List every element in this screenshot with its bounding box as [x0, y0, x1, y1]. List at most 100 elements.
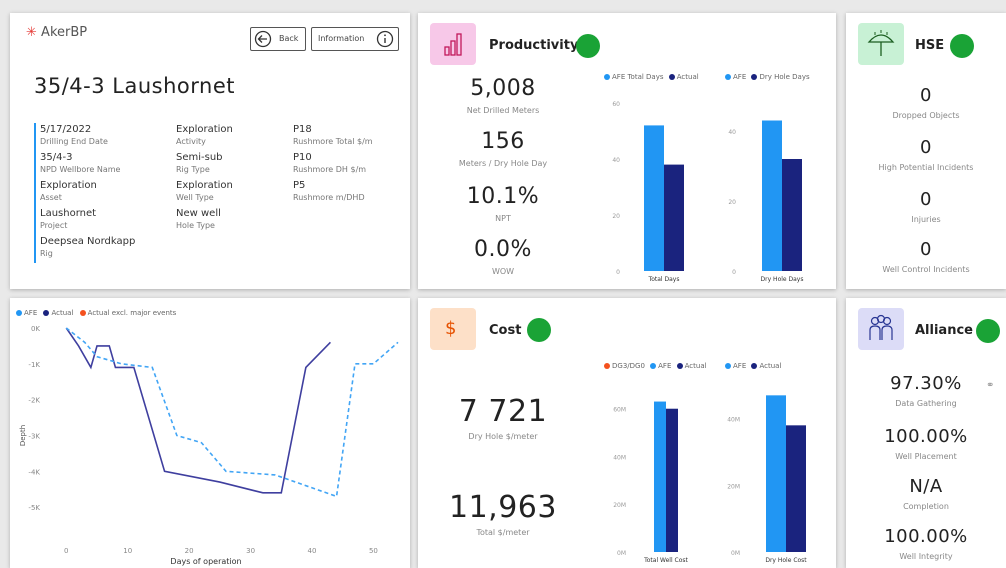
- dry-hole-days-chart: 0 20 40 Dry Hole Days: [728, 120, 803, 283]
- kpi-value: 5,008: [470, 76, 536, 101]
- y-tick-label: 40: [612, 157, 620, 164]
- people-icon: [869, 314, 893, 340]
- detail-label: Activity: [176, 137, 206, 146]
- detail-value: P5: [293, 180, 306, 191]
- x-tick-label: 10: [123, 547, 132, 555]
- kpi-label: Well Integrity: [899, 552, 953, 561]
- legend-afe-dot: [650, 363, 657, 369]
- dry-hole-cost-chart: 0M 20M 40M Dry Hole Cost: [727, 395, 807, 564]
- cost-badge: $: [430, 308, 476, 350]
- cost-title: Cost: [489, 323, 522, 338]
- legend-actual-dot: [668, 74, 675, 80]
- category-label: Dry Hole Cost: [765, 557, 807, 564]
- cost-dryhole-legend: AFE Actual: [725, 362, 781, 370]
- y-tick-label: 0: [616, 269, 620, 276]
- bar-afe: [766, 395, 786, 552]
- cost-card: $ Cost 7 721 Dry Hole $/meter 11,963 Total …: [418, 298, 836, 568]
- y-tick-label: 0M: [617, 550, 626, 557]
- detail-value: Semi-sub: [176, 152, 223, 163]
- x-tick-label: 50: [369, 547, 378, 555]
- detail-label: Project: [40, 221, 68, 230]
- legend-afe-dot: [725, 74, 731, 80]
- depth-chart-card: AFE Actual Actual excl. major events 0K -…: [10, 298, 410, 568]
- y-tick-label: 0: [732, 269, 736, 276]
- y-tick-label: 40: [728, 129, 736, 136]
- y-tick-label: 20: [612, 213, 620, 220]
- kpi-value: 7 721: [458, 394, 548, 429]
- akerbp-logo: ✳ AkerBP: [26, 25, 88, 40]
- umbrella-icon: [867, 30, 895, 56]
- back-button[interactable]: Back: [250, 27, 306, 51]
- kpi-value: 11,963: [449, 490, 557, 525]
- y-tick-label: 0M: [731, 550, 740, 557]
- prod-dryhole-legend: AFE Dry Hole Days: [725, 73, 810, 81]
- y-tick-label: -2K: [28, 397, 40, 405]
- detail-value: Exploration: [40, 180, 97, 191]
- kpi-value: 0.0%: [474, 237, 532, 262]
- back-arrow-icon: [254, 30, 272, 48]
- detail-value: Exploration: [176, 124, 233, 135]
- legend-afe-dot: [725, 363, 731, 369]
- bar-afe: [654, 401, 666, 552]
- y-tick-label: 20: [728, 199, 736, 206]
- bar-actual: [664, 164, 684, 271]
- info-icon: [376, 30, 394, 48]
- y-tick-label: -1K: [28, 361, 40, 369]
- detail-value: New well: [176, 208, 221, 219]
- bar-actual: [666, 408, 678, 552]
- x-tick-label: 0: [64, 547, 68, 555]
- information-button[interactable]: Information: [311, 27, 399, 51]
- alliance-card: Alliance ⚭ 97.30% Data Gathering 100.00% We…: [846, 298, 1006, 568]
- kpi-label: Dropped Objects: [892, 111, 960, 120]
- kpi-label: NPT: [495, 214, 511, 223]
- detail-value: Deepsea Nordkapp: [40, 236, 136, 247]
- y-axis-label: Depth: [19, 425, 27, 446]
- detail-value: Laushornet: [40, 208, 97, 219]
- kpi-label: Data Gathering: [895, 399, 957, 408]
- cost-total-legend: DG3/DG0 AFE Actual: [604, 362, 707, 370]
- detail-value: P18: [293, 124, 312, 135]
- y-tick-label: 20M: [727, 483, 740, 490]
- x-tick-label: 40: [308, 547, 317, 555]
- productivity-card: Productivity 5,008 Net Drilled Meters 156 M…: [418, 13, 836, 289]
- hse-card: HSE 0 Dropped Objects 0 High Potential Inci…: [846, 13, 1006, 289]
- depth-chart: 0K -1K -2K -3K -4K -5K 0 10 20 30 40 50 Depth Days of…: [19, 325, 399, 566]
- legend-actual-dot: [676, 363, 683, 369]
- detail-value: P10: [293, 152, 312, 163]
- detail-label: Drilling End Date: [40, 137, 108, 146]
- detail-value: Exploration: [176, 180, 233, 191]
- kpi-value: 100.00%: [884, 426, 968, 447]
- legend-actual-dot: [751, 363, 758, 369]
- y-tick-label: 40M: [613, 454, 626, 461]
- series-line-afe: [65, 327, 399, 498]
- hse-title: HSE: [915, 38, 945, 53]
- alliance-badge: [858, 308, 904, 350]
- bar-dry-hole-days: [782, 159, 802, 271]
- legend-dg3-dot: [604, 363, 610, 369]
- kpi-label: Net Drilled Meters: [466, 106, 540, 115]
- y-tick-label: 40M: [727, 417, 740, 424]
- detail-label: Rushmore m/DHD: [293, 193, 365, 202]
- dollar-icon: $: [445, 318, 457, 339]
- total-well-cost-chart: 0M 20M 40M 60M Total Well Cost: [613, 401, 689, 564]
- detail-label: Hole Type: [176, 221, 215, 230]
- detail-label: Rushmore Total $/m: [293, 137, 373, 146]
- kpi-label: High Potential Incidents: [878, 163, 974, 172]
- hse-status-dot: [950, 34, 974, 58]
- category-label: Total Well Cost: [643, 557, 688, 564]
- kpi-value: 156: [481, 129, 525, 154]
- y-tick-label: 60M: [613, 407, 626, 414]
- kpi-value: 0: [920, 189, 932, 210]
- bar-chart-icon: [444, 33, 462, 56]
- x-axis-label: Days of operation: [170, 557, 241, 566]
- kpi-value: 97.30%: [890, 373, 962, 394]
- detail-label: Rig: [40, 249, 53, 258]
- kpi-label: Injuries: [911, 215, 941, 224]
- productivity-title: Productivity: [489, 38, 579, 53]
- hse-badge: [858, 23, 904, 65]
- detail-label: Rig Type: [176, 165, 210, 174]
- prod-days-legend: AFE Total Days Actual: [604, 73, 699, 81]
- productivity-status-dot: [576, 34, 600, 58]
- well-info-card: ✳ AkerBP Back Information 35/4-3 Laushor…: [10, 13, 410, 289]
- kpi-label: Well Placement: [895, 452, 957, 461]
